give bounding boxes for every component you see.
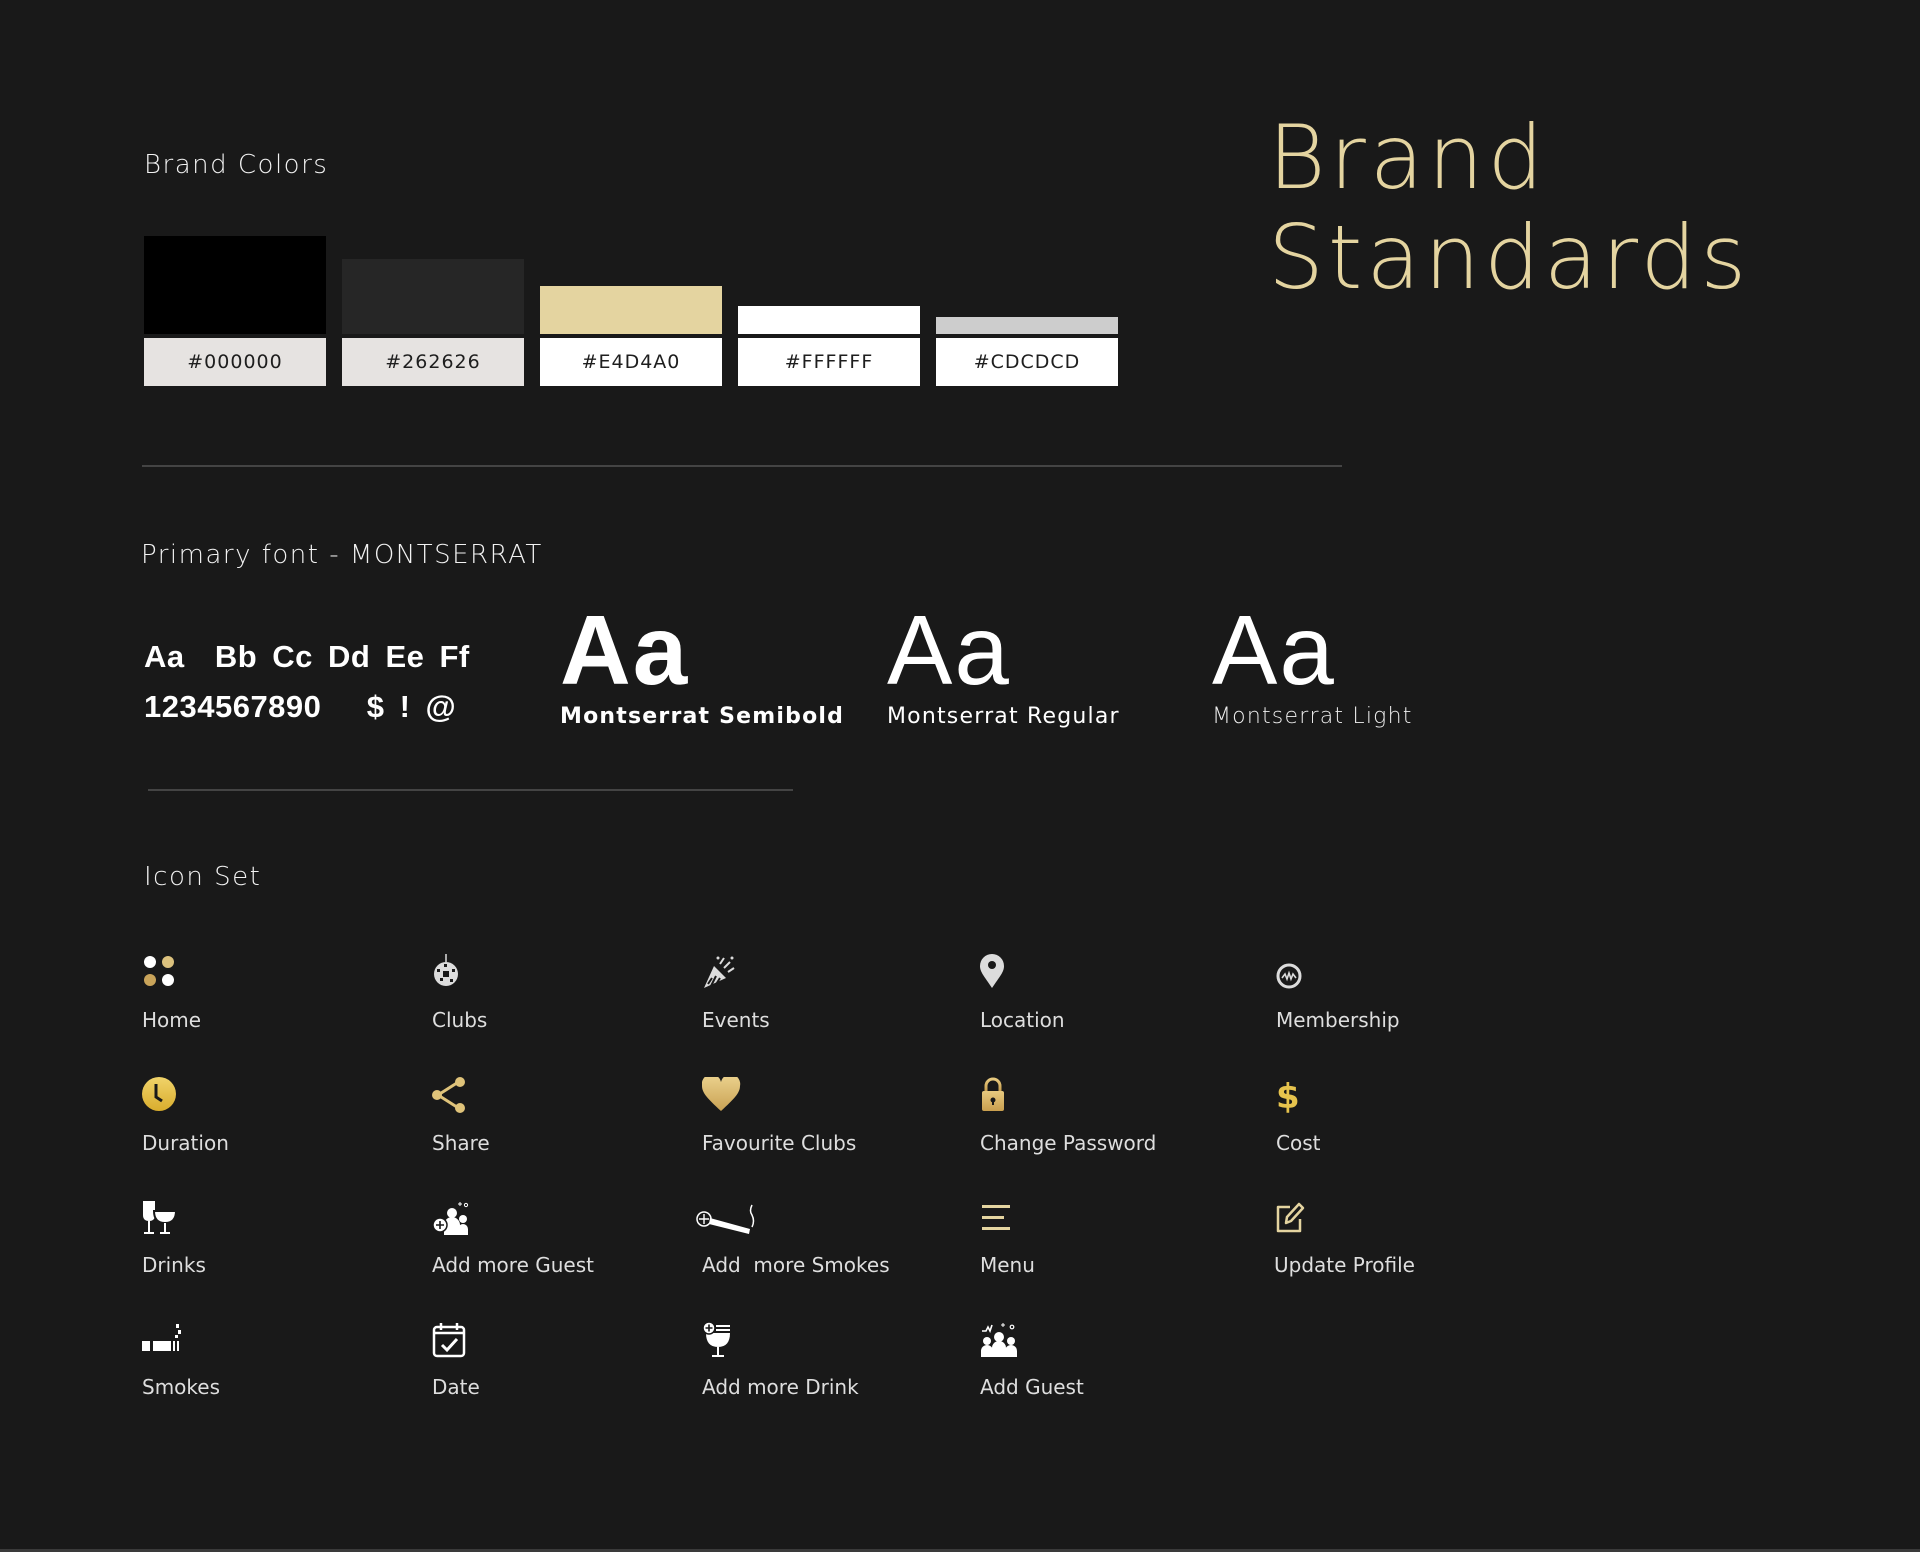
icon-label: Smokes [142, 1375, 221, 1399]
icon-item-add-more-guest[interactable]: Add more Guest [432, 1199, 692, 1289]
weight-sample-glyphs: Aa [560, 595, 690, 705]
wine-glasses-icon [142, 1199, 182, 1239]
page-title-line-1: Brand [1268, 106, 1548, 209]
icon-item-change-password[interactable]: Change Password [980, 1077, 1240, 1167]
add-guest-icon [432, 1199, 472, 1239]
icon-label: Change Password [980, 1131, 1157, 1155]
cigarette-icon [142, 1321, 182, 1361]
icon-label: Menu [980, 1253, 1035, 1277]
page-title: Brand Standards [1268, 108, 1750, 308]
page-title-line-2: Standards [1268, 206, 1751, 309]
icon-item-home[interactable]: Home [142, 954, 402, 1044]
weight-sample-name: Montserrat Semibold [560, 704, 845, 729]
icon-item-clubs[interactable]: Clubs [432, 954, 692, 1044]
add-cigar-icon [694, 1199, 758, 1239]
section-divider [142, 465, 1342, 467]
weight-sample-name: Montserrat Light [1212, 704, 1413, 729]
swatch-chip [144, 236, 326, 334]
font-specimen: Aa Bb Cc Dd Ee Ff 1234567890 $ ! @ [144, 632, 470, 732]
icon-label: Add Guest [980, 1375, 1084, 1399]
swatch-chip [936, 317, 1118, 334]
icon-item-membership[interactable]: Membership [1276, 954, 1536, 1044]
weight-sample-semibold: Aa Montserrat Semibold [560, 600, 844, 729]
specimen-letters: Aa Bb Cc Dd Ee Ff [144, 639, 470, 674]
icon-label: Share [432, 1131, 490, 1155]
icon-label: Add more Guest [432, 1253, 594, 1277]
icon-item-add-more-drink[interactable]: Add more Drink [702, 1321, 962, 1411]
icon-item-duration[interactable]: Duration [142, 1077, 402, 1167]
icon-label: Update Profile [1274, 1253, 1415, 1277]
icon-item-update-profile[interactable]: Update Profile [1274, 1199, 1534, 1289]
menu-icon [980, 1199, 1020, 1239]
icon-label: Events [702, 1008, 770, 1032]
membership-badge-icon [1276, 954, 1316, 994]
swatch-chip [342, 259, 524, 334]
icon-label: Date [432, 1375, 480, 1399]
location-pin-icon [980, 954, 1020, 994]
swatch-chip [738, 306, 920, 334]
calendar-check-icon [432, 1321, 472, 1361]
icon-label: Membership [1276, 1008, 1400, 1032]
swatch-hex-label: #E4D4A0 [540, 338, 722, 386]
weight-sample-light: Aa Montserrat Light [1212, 600, 1413, 729]
weight-sample-glyphs: Aa [887, 595, 1011, 705]
heart-icon [702, 1077, 742, 1117]
icon-item-add-guest[interactable]: Add Guest [980, 1321, 1240, 1411]
icon-item-add-more-smokes[interactable]: Add more Smokes [694, 1199, 954, 1289]
icon-label: Location [980, 1008, 1065, 1032]
icon-item-cost[interactable]: $ Cost [1276, 1077, 1536, 1167]
icon-item-date[interactable]: Date [432, 1321, 692, 1411]
swatch-hex-label: #FFFFFF [738, 338, 920, 386]
icon-label: Add more Smokes [702, 1253, 890, 1277]
swatch-hex-label: #CDCDCD [936, 338, 1118, 386]
add-drink-icon [702, 1321, 742, 1361]
primary-font-heading: Primary font - MONTSERRAT [141, 540, 543, 570]
icon-label: Duration [142, 1131, 229, 1155]
edit-icon [1274, 1199, 1314, 1239]
icon-set-heading: Icon Set [144, 862, 262, 892]
icon-item-drinks[interactable]: Drinks [142, 1199, 402, 1289]
icon-item-favourite-clubs[interactable]: Favourite Clubs [702, 1077, 962, 1167]
clock-icon [142, 1077, 182, 1117]
icon-label: Home [142, 1008, 202, 1032]
swatch-chip [540, 286, 722, 334]
icon-label: Add more Drink [702, 1375, 859, 1399]
icon-label: Cost [1276, 1131, 1321, 1155]
icon-label: Clubs [432, 1008, 488, 1032]
icon-item-smokes[interactable]: Smokes [142, 1321, 402, 1411]
swatch-hex-label: #000000 [144, 338, 326, 386]
svg-text:$: $ [1276, 1077, 1300, 1117]
icon-item-share[interactable]: Share [432, 1077, 692, 1167]
party-popper-icon [702, 954, 742, 994]
disco-ball-icon [432, 954, 472, 994]
weight-sample-glyphs: Aa [1212, 595, 1336, 705]
share-icon [432, 1077, 472, 1117]
weight-sample-name: Montserrat Regular [887, 704, 1120, 729]
icon-item-location[interactable]: Location [980, 954, 1240, 1044]
section-divider [148, 789, 793, 791]
weight-sample-regular: Aa Montserrat Regular [887, 600, 1120, 729]
brand-colors-heading: Brand Colors [144, 150, 329, 180]
swatch-hex-label: #262626 [342, 338, 524, 386]
icon-item-events[interactable]: Events [702, 954, 962, 1044]
icon-item-menu[interactable]: Menu [980, 1199, 1240, 1289]
icon-label: Drinks [142, 1253, 206, 1277]
dollar-icon: $ [1276, 1077, 1316, 1117]
guests-group-icon [980, 1321, 1020, 1361]
icon-label: Favourite Clubs [702, 1131, 857, 1155]
specimen-numbers: 1234567890 $ ! @ [144, 689, 457, 724]
home-dots-icon [142, 954, 182, 994]
lock-icon [980, 1077, 1020, 1117]
